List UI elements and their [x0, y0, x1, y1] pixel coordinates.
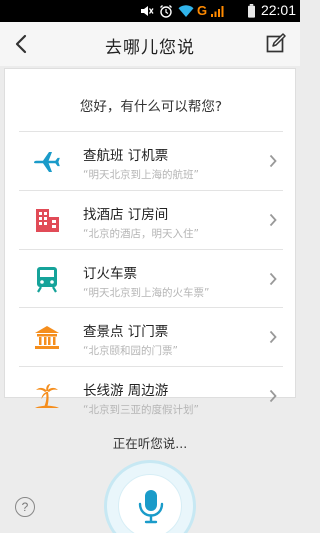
suggestion-example: “明天北京到上海的火车票” [83, 286, 210, 299]
temple-icon [35, 326, 59, 350]
listening-status: 正在听您说... [112, 436, 188, 451]
chevron-right-icon [269, 154, 277, 168]
suggestion-card: 您好，有什么可以帮您? 查航班 订机票 “明天北京到上海的航班” 找酒店 订房间… [4, 68, 296, 416]
suggestion-hotel[interactable]: 找酒店 订房间 “北京的酒店，明天入住” [19, 189, 283, 249]
status-time: 22:01 [260, 2, 296, 18]
chevron-right-icon [269, 331, 277, 344]
palm-tree-icon [35, 384, 59, 409]
suggestion-vacation[interactable]: 长线游 周边游 “北京到三亚的度假计划” [19, 366, 283, 425]
suggestion-flight[interactable]: 查航班 订机票 “明天北京到上海的航班” [19, 131, 283, 190]
voice-input-button[interactable] [104, 460, 196, 533]
suggestion-example: “北京到三亚的度假计划” [83, 404, 199, 417]
suggestion-title: 订火车票 [83, 265, 137, 282]
airplane-icon [34, 152, 60, 172]
network-type-label: G [197, 3, 208, 18]
train-icon [37, 266, 57, 293]
mic-button-inner [118, 474, 182, 533]
edit-icon[interactable] [266, 33, 286, 53]
battery-icon [248, 4, 255, 18]
wifi-icon [178, 5, 194, 17]
chevron-right-icon [269, 390, 277, 403]
suggestion-example: “北京的酒店，明天入住” [83, 227, 199, 240]
suggestion-title: 查景点 订门票 [83, 324, 169, 341]
screen: G 22:01 去哪儿您说 您好，有什么可以帮您? 查航班 订机票 “明天北京到… [0, 0, 300, 533]
alarm-icon [160, 5, 172, 18]
suggestion-title: 长线游 周边游 [83, 383, 169, 400]
chevron-right-icon [269, 272, 277, 285]
help-button[interactable]: ? [15, 497, 35, 517]
status-bar: G 22:01 [0, 0, 300, 22]
suggestion-title: 查航班 订机票 [83, 148, 169, 164]
header: 去哪儿您说 [0, 22, 300, 66]
suggestion-list: 查航班 订机票 “明天北京到上海的航班” 找酒店 订房间 “北京的酒店，明天入住… [5, 131, 297, 425]
mute-icon [141, 6, 154, 16]
microphone-icon [138, 490, 164, 524]
suggestion-example: “明天北京到上海的航班” [83, 169, 199, 181]
page-title: 去哪儿您说 [105, 38, 195, 58]
suggestion-attraction[interactable]: 查景点 订门票 “北京颐和园的门票” [19, 307, 283, 366]
greeting-text: 您好，有什么可以帮您? [79, 99, 223, 115]
signal-icon [211, 6, 224, 17]
suggestion-title: 找酒店 订房间 [83, 206, 169, 223]
suggestion-example: “北京颐和园的门票” [83, 345, 178, 358]
chevron-right-icon [269, 213, 277, 226]
suggestion-train[interactable]: 订火车票 “明天北京到上海的火车票” [19, 248, 283, 308]
hotel-icon [36, 208, 59, 232]
